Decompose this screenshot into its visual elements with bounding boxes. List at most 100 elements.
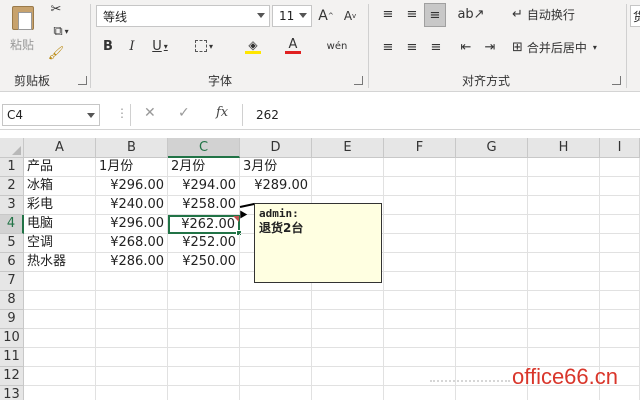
cell-f5[interactable] xyxy=(384,234,456,253)
align-top-button[interactable]: ≡ xyxy=(378,4,398,24)
cell-d13[interactable] xyxy=(240,386,312,400)
cell-i8[interactable] xyxy=(600,291,640,310)
cell-f11[interactable] xyxy=(384,348,456,367)
formula-input[interactable]: 262 xyxy=(250,104,638,126)
cell-i7[interactable] xyxy=(600,272,640,291)
column-header-d[interactable]: D xyxy=(240,138,312,158)
cell-b10[interactable] xyxy=(96,329,168,348)
column-header-h[interactable]: H xyxy=(528,138,600,158)
cell-b12[interactable] xyxy=(96,367,168,386)
copy-button[interactable]: ⧉ ▾ xyxy=(46,22,76,40)
select-all-button[interactable] xyxy=(0,138,24,158)
row-header-9[interactable]: 9 xyxy=(0,310,24,329)
cell-a13[interactable] xyxy=(24,386,96,400)
number-format-select[interactable]: 货 xyxy=(630,5,640,27)
cell-e13[interactable] xyxy=(312,386,384,400)
row-header-2[interactable]: 2 xyxy=(0,177,24,196)
cell-g1[interactable] xyxy=(456,158,528,177)
cell-i3[interactable] xyxy=(600,196,640,215)
cell-a11[interactable] xyxy=(24,348,96,367)
column-header-e[interactable]: E xyxy=(312,138,384,158)
align-left-button[interactable]: ≡ xyxy=(378,37,398,57)
cell-a6[interactable]: 热水器 xyxy=(24,253,96,272)
column-header-f[interactable]: F xyxy=(384,138,456,158)
bold-button[interactable]: B xyxy=(100,37,116,55)
row-header-13[interactable]: 13 xyxy=(0,386,24,400)
row-header-12[interactable]: 12 xyxy=(0,367,24,386)
cell-f8[interactable] xyxy=(384,291,456,310)
row-header-3[interactable]: 3 xyxy=(0,196,24,215)
insert-function-button[interactable]: fx xyxy=(216,105,228,120)
cell-c8[interactable] xyxy=(168,291,240,310)
cell-b6[interactable]: ¥286.00 xyxy=(96,253,168,272)
cell-c11[interactable] xyxy=(168,348,240,367)
cell-e1[interactable] xyxy=(312,158,384,177)
cell-c6[interactable]: ¥250.00 xyxy=(168,253,240,272)
cell-d10[interactable] xyxy=(240,329,312,348)
cell-g7[interactable] xyxy=(456,272,528,291)
font-color-button[interactable]: A xyxy=(278,37,308,55)
enter-icon[interactable]: ✓ xyxy=(178,105,190,121)
align-middle-button[interactable]: ≡ xyxy=(402,4,422,24)
cell-c7[interactable] xyxy=(168,272,240,291)
cell-b9[interactable] xyxy=(96,310,168,329)
align-right-button[interactable]: ≡ xyxy=(426,37,446,57)
cell-f12[interactable] xyxy=(384,367,456,386)
cell-b3[interactable]: ¥240.00 xyxy=(96,196,168,215)
cell-a12[interactable] xyxy=(24,367,96,386)
clipboard-launcher-icon[interactable] xyxy=(78,76,87,85)
cell-a2[interactable]: 冰箱 xyxy=(24,177,96,196)
merge-center-button[interactable]: ⊞ 合并后居中 ▾ xyxy=(512,37,616,57)
cell-f4[interactable] xyxy=(384,215,456,234)
column-header-i[interactable]: I xyxy=(600,138,640,158)
cell-f7[interactable] xyxy=(384,272,456,291)
row-header-11[interactable]: 11 xyxy=(0,348,24,367)
cell-g10[interactable] xyxy=(456,329,528,348)
cell-f13[interactable] xyxy=(384,386,456,400)
fill-color-button[interactable]: ◈ xyxy=(238,37,268,55)
paste-button[interactable]: 粘贴 xyxy=(6,2,40,64)
orientation-button[interactable]: ab↗ xyxy=(456,4,486,24)
row-header-10[interactable]: 10 xyxy=(0,329,24,348)
border-button[interactable]: ▾ xyxy=(190,37,218,55)
cell-g4[interactable] xyxy=(456,215,528,234)
cell-b11[interactable] xyxy=(96,348,168,367)
cell-g3[interactable] xyxy=(456,196,528,215)
cell-i9[interactable] xyxy=(600,310,640,329)
cell-d1[interactable]: 3月份 xyxy=(240,158,312,177)
cell-b5[interactable]: ¥268.00 xyxy=(96,234,168,253)
cell-g9[interactable] xyxy=(456,310,528,329)
cell-c9[interactable] xyxy=(168,310,240,329)
cell-a5[interactable]: 空调 xyxy=(24,234,96,253)
wrap-text-button[interactable]: ↵ 自动换行 xyxy=(512,4,612,24)
format-painter-button[interactable]: 🖌 xyxy=(46,44,66,62)
cell-c1[interactable]: 2月份 xyxy=(168,158,240,177)
cell-c4[interactable]: ¥262.00 xyxy=(168,215,240,234)
cell-e2[interactable] xyxy=(312,177,384,196)
cell-c10[interactable] xyxy=(168,329,240,348)
cell-b2[interactable]: ¥296.00 xyxy=(96,177,168,196)
cell-b7[interactable] xyxy=(96,272,168,291)
cell-g2[interactable] xyxy=(456,177,528,196)
cell-e10[interactable] xyxy=(312,329,384,348)
cell-b13[interactable] xyxy=(96,386,168,400)
cell-h10[interactable] xyxy=(528,329,600,348)
cell-b1[interactable]: 1月份 xyxy=(96,158,168,177)
cell-d11[interactable] xyxy=(240,348,312,367)
font-size-select[interactable]: 11 xyxy=(272,5,312,27)
cell-h5[interactable] xyxy=(528,234,600,253)
cell-a8[interactable] xyxy=(24,291,96,310)
cell-c13[interactable] xyxy=(168,386,240,400)
alignment-launcher-icon[interactable] xyxy=(612,76,621,85)
column-header-c[interactable]: C xyxy=(168,138,240,158)
cell-h7[interactable] xyxy=(528,272,600,291)
cell-e11[interactable] xyxy=(312,348,384,367)
cell-h9[interactable] xyxy=(528,310,600,329)
cell-f10[interactable] xyxy=(384,329,456,348)
cell-e9[interactable] xyxy=(312,310,384,329)
cell-f2[interactable] xyxy=(384,177,456,196)
cell-h3[interactable] xyxy=(528,196,600,215)
cell-a7[interactable] xyxy=(24,272,96,291)
cell-h2[interactable] xyxy=(528,177,600,196)
cell-f3[interactable] xyxy=(384,196,456,215)
